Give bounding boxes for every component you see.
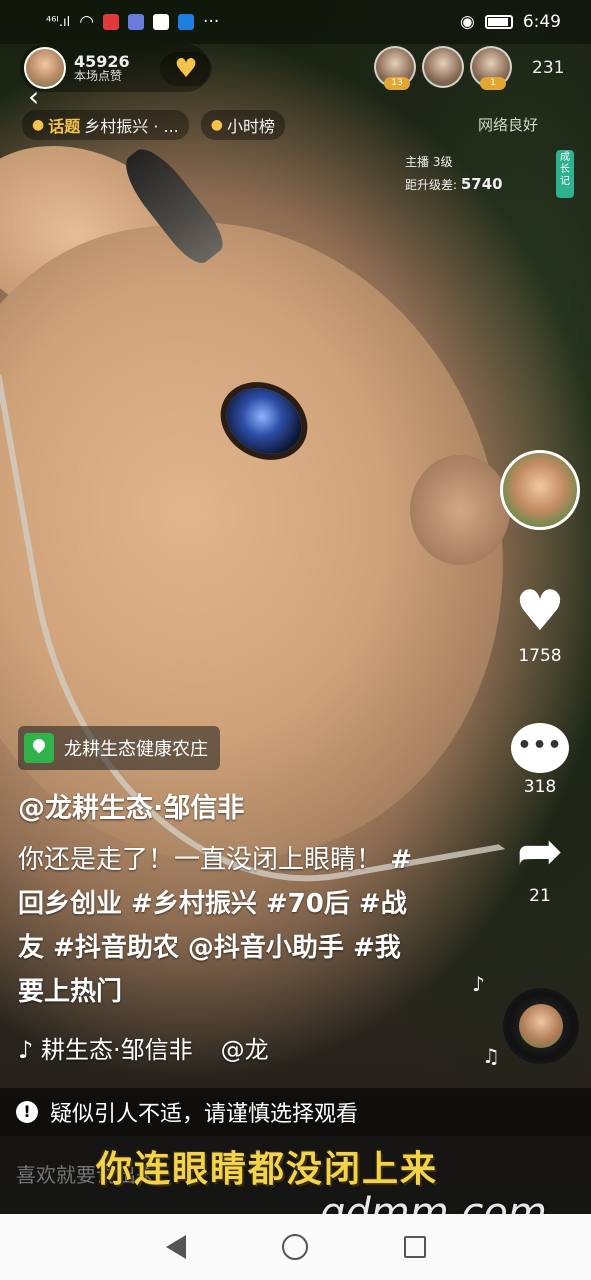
location-text: 龙耕生态健康农庄: [64, 739, 208, 760]
music-title-wrap: ♪ 耕生态·邹信非: [18, 1030, 193, 1065]
viewer-avatar[interactable]: 1: [470, 46, 512, 90]
like-count: 1758: [518, 646, 562, 666]
viewer-avatar[interactable]: [422, 46, 464, 88]
anchor-label: 主播: [405, 155, 430, 169]
caption[interactable]: 你还是走了！一直没闭上眼睛！ #回乡创业 #乡村振兴 #70后 #战友 #抖音助…: [18, 838, 418, 1014]
topic-icon: ●: [32, 117, 45, 133]
clock: 6:49: [522, 12, 561, 32]
anchor-level-row: 主播 3级: [405, 152, 503, 172]
host-info: 45926 本场点赞: [74, 53, 130, 84]
hour-rank-label: 小时榜: [226, 117, 275, 136]
signal-icon: ⁴⁶ᴵ.ıl: [46, 14, 71, 30]
music-mention: @龙: [220, 1036, 269, 1064]
comment-count: 318: [523, 777, 557, 797]
anchor-rank-box[interactable]: 主播 3级 距升级差: 5740: [405, 152, 503, 198]
viewer-count[interactable]: 231: [532, 58, 564, 78]
viewer-badge: 13: [384, 77, 410, 90]
share-icon: ➦: [516, 819, 564, 884]
share-count: 21: [529, 886, 551, 906]
topic-row: ● 话题 乡村振兴 · ... ● 小时榜: [22, 110, 285, 140]
anchor-level: 3级: [432, 155, 453, 169]
caption-text: 你还是走了！一直没闭上眼睛！: [18, 845, 383, 875]
warning-icon: !: [16, 1101, 38, 1123]
upgrade-value: 5740: [460, 175, 503, 194]
status-left: ⁴⁶ᴵ.ıl ◠ ···: [46, 12, 219, 32]
author-name[interactable]: @龙耕生态·邹信非: [18, 786, 244, 825]
network-status: 网络良好: [478, 116, 539, 134]
location-tag[interactable]: 龙耕生态健康农庄: [18, 726, 220, 770]
upgrade-row: 距升级差: 5740: [405, 172, 503, 198]
status-right: ◉ 6:49: [460, 12, 561, 32]
flame-icon: ●: [210, 117, 223, 133]
like-button[interactable]: ♥ 1758: [500, 579, 580, 667]
app-notify-icon-1: [103, 14, 120, 30]
viewer-avatar[interactable]: 13: [374, 46, 416, 90]
app-notify-icon-3: [153, 14, 170, 30]
music-note-icon: ♪: [472, 972, 485, 996]
host-like-count: 45926: [74, 51, 130, 71]
music-disc-cover: [519, 1004, 563, 1048]
upgrade-label: 距升级差:: [405, 178, 458, 193]
android-nav-bar: [0, 1214, 591, 1280]
music-line[interactable]: ♪ 耕生态·邹信非 @龙: [18, 1030, 269, 1065]
follow-heart-button[interactable]: ♥: [160, 52, 212, 86]
topic-label: 话题: [48, 117, 81, 136]
topic-pill[interactable]: ● 话题 乡村振兴 · ...: [22, 110, 189, 140]
share-button[interactable]: ➦ 21: [500, 819, 580, 907]
location-icon: [24, 733, 54, 763]
heart-icon: ♥: [514, 579, 566, 644]
viewer-badge: 1: [480, 77, 506, 90]
nav-home-icon[interactable]: [281, 1234, 308, 1260]
wifi-icon: ◠: [79, 12, 95, 32]
music-disc[interactable]: [503, 988, 579, 1064]
music-title: 耕生态·邹信非: [40, 1036, 193, 1064]
viewer-avatars[interactable]: 13 1: [374, 46, 512, 90]
nav-back-icon[interactable]: [165, 1235, 186, 1259]
video-subtitle: 你连眼睛都没闭上来: [96, 1149, 439, 1190]
music-note-icon: ♫: [482, 1044, 500, 1068]
growth-tag[interactable]: 成长记: [556, 150, 574, 198]
battery-icon: [484, 15, 513, 29]
content-warning: ! 疑似引人不适，请谨慎选择观看: [0, 1088, 591, 1136]
host-like-label: 本场点赞: [74, 69, 123, 84]
back-arrow-icon[interactable]: ‹: [28, 80, 39, 113]
nav-recent-icon[interactable]: [403, 1236, 426, 1258]
topic-text: 乡村振兴 · ...: [84, 117, 179, 136]
comment-button[interactable]: ••• 318: [500, 704, 580, 797]
hour-rank-pill[interactable]: ● 小时榜: [200, 110, 285, 140]
comment-icon: •••: [500, 704, 580, 773]
eye-icon: ◉: [459, 12, 475, 32]
music-note-icon: ♪: [18, 1036, 34, 1064]
app-notify-icon-2: [128, 14, 145, 30]
creator-avatar[interactable]: [500, 450, 580, 530]
status-bar: ⁴⁶ᴵ.ıl ◠ ··· ◉ 6:49: [0, 0, 591, 44]
more-notify-icon: ···: [203, 12, 220, 32]
zhihu-icon: [178, 14, 195, 30]
warning-text: 疑似引人不适，请谨慎选择观看: [50, 1102, 359, 1127]
